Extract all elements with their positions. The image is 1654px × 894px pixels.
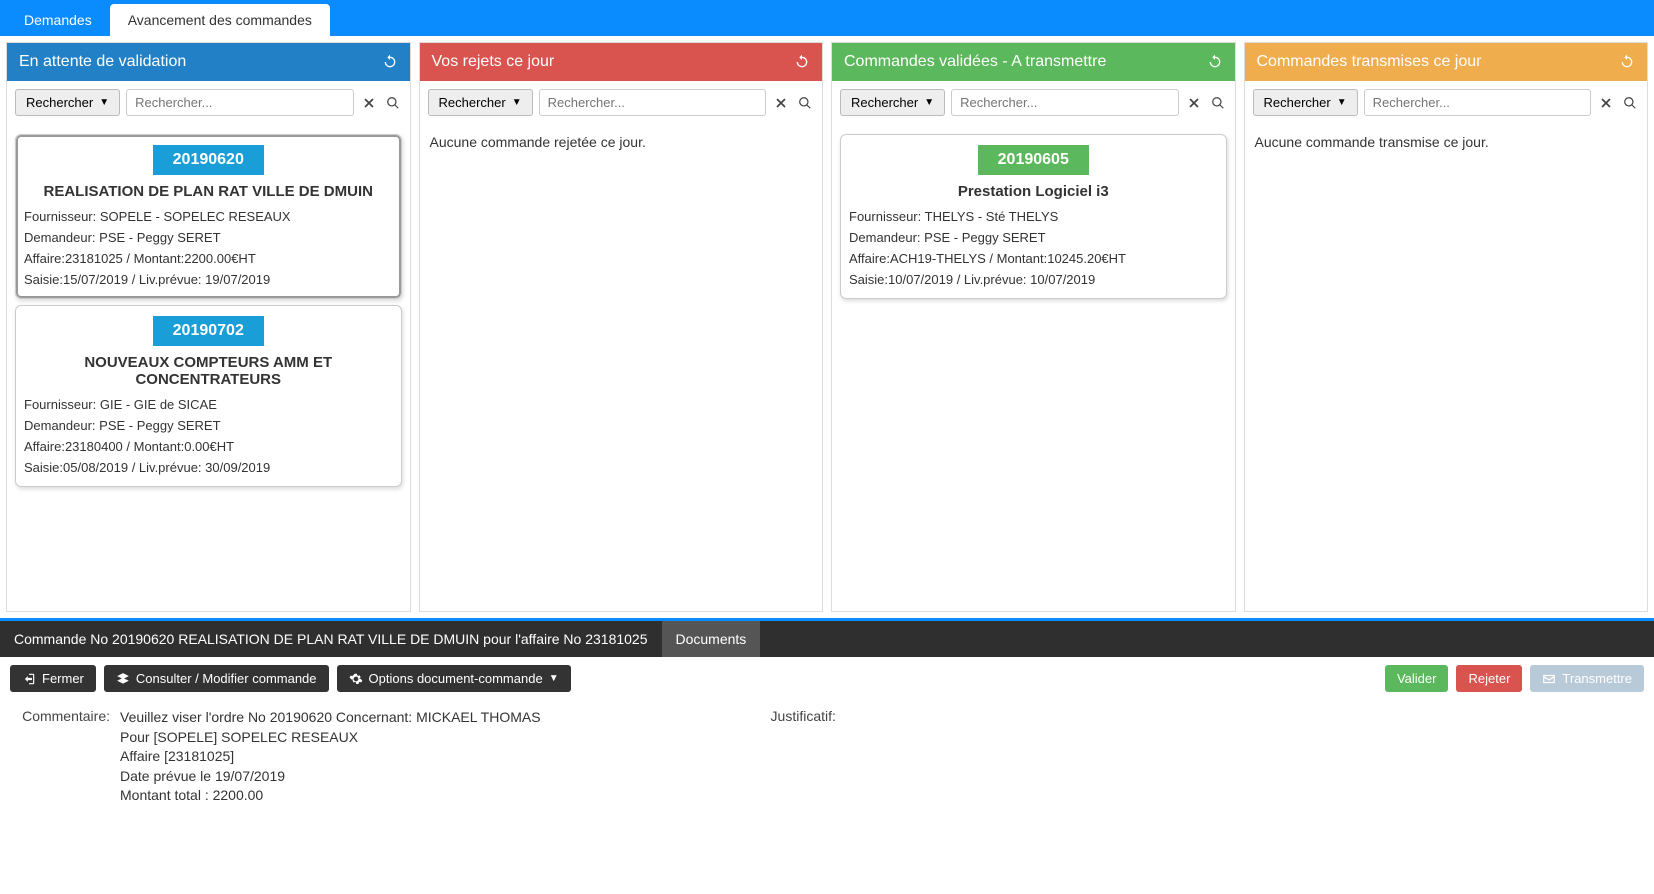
column-title: Commandes validées - A transmettre — [844, 53, 1106, 71]
clear-icon[interactable] — [772, 94, 790, 112]
order-number-badge: 20190620 — [153, 145, 264, 175]
mail-icon — [1542, 672, 1556, 686]
comment-section: Commentaire: Veuillez viser l'ordre No 2… — [20, 708, 541, 806]
order-requester: Demandeur: PSE - Peggy SERET — [849, 227, 1218, 248]
column-transmitted: Commandes transmises ce jour Rechercher▼… — [1244, 42, 1649, 612]
search-input[interactable] — [126, 89, 353, 116]
caret-down-icon: ▼ — [512, 97, 522, 108]
clear-icon[interactable] — [1597, 94, 1615, 112]
order-supplier: Fournisseur: SOPELE - SOPELEC RESEAUX — [24, 206, 393, 227]
comment-line: Affaire [23181025] — [120, 747, 541, 767]
column-tools: Rechercher▼ — [832, 81, 1235, 124]
search-dropdown-button[interactable]: Rechercher▼ — [15, 89, 120, 116]
order-affair: Affaire:23181025 / Montant:2200.00€HT — [24, 248, 393, 269]
search-dropdown-button[interactable]: Rechercher▼ — [840, 89, 945, 116]
dock-tab-main[interactable]: Commande No 20190620 REALISATION DE PLAN… — [0, 621, 662, 657]
column-body: Aucune commande rejetée ce jour. — [420, 124, 823, 611]
order-title: NOUVEAUX COMPTEURS AMM ET CONCENTRATEURS — [24, 354, 393, 388]
caret-down-icon: ▼ — [924, 97, 934, 108]
order-title: REALISATION DE PLAN RAT VILLE DE DMUIN — [24, 183, 393, 200]
order-dates: Saisie:05/08/2019 / Liv.prévue: 30/09/20… — [24, 457, 393, 478]
dock-tab-documents[interactable]: Documents — [662, 621, 761, 657]
search-icon[interactable] — [1621, 94, 1639, 112]
column-tools: Rechercher▼ — [420, 81, 823, 124]
dock-body: Commentaire: Veuillez viser l'ordre No 2… — [0, 700, 1654, 816]
order-requester: Demandeur: PSE - Peggy SERET — [24, 227, 393, 248]
options-button[interactable]: Options document-commande ▼ — [337, 665, 571, 692]
search-dropdown-button[interactable]: Rechercher▼ — [428, 89, 533, 116]
tab-progress[interactable]: Avancement des commandes — [110, 4, 330, 36]
kanban-board: En attente de validation Rechercher▼ 201… — [0, 36, 1654, 618]
order-dates: Saisie:10/07/2019 / Liv.prévue: 10/07/20… — [849, 269, 1218, 290]
column-pending: En attente de validation Rechercher▼ 201… — [6, 42, 411, 612]
column-tools: Rechercher▼ — [1245, 81, 1648, 124]
order-card[interactable]: 20190620 REALISATION DE PLAN RAT VILLE D… — [15, 134, 402, 299]
column-header: Vos rejets ce jour — [420, 43, 823, 81]
empty-message: Aucune commande rejetée ce jour. — [426, 128, 817, 156]
search-icon[interactable] — [384, 94, 402, 112]
comment-line: Date prévue le 19/07/2019 — [120, 767, 541, 787]
empty-message: Aucune commande transmise ce jour. — [1251, 128, 1642, 156]
column-body: 20190620 REALISATION DE PLAN RAT VILLE D… — [7, 124, 410, 611]
column-header: Commandes validées - A transmettre — [832, 43, 1235, 81]
order-dates: Saisie:15/07/2019 / Liv.prévue: 19/07/20… — [24, 269, 393, 290]
search-dropdown-button[interactable]: Rechercher▼ — [1253, 89, 1358, 116]
justification-section: Justificatif: — [771, 708, 836, 806]
search-icon[interactable] — [796, 94, 814, 112]
comment-line: Montant total : 2200.00 — [120, 786, 541, 806]
caret-down-icon: ▼ — [1337, 97, 1347, 108]
transmit-button: Transmettre — [1530, 665, 1644, 692]
close-button[interactable]: Fermer — [10, 665, 96, 692]
stack-icon — [116, 672, 130, 686]
order-affair: Affaire:23180400 / Montant:0.00€HT — [24, 436, 393, 457]
column-header: En attente de validation — [7, 43, 410, 81]
refresh-icon[interactable] — [794, 54, 810, 70]
order-card[interactable]: 20190605 Prestation Logiciel i3 Fourniss… — [840, 134, 1227, 299]
clear-icon[interactable] — [1185, 94, 1203, 112]
column-title: Commandes transmises ce jour — [1257, 53, 1482, 71]
caret-down-icon: ▼ — [99, 97, 109, 108]
order-number-badge: 20190702 — [153, 316, 264, 346]
column-header: Commandes transmises ce jour — [1245, 43, 1648, 81]
order-requester: Demandeur: PSE - Peggy SERET — [24, 415, 393, 436]
reject-button[interactable]: Rejeter — [1456, 665, 1522, 692]
top-tab-bar: Demandes Avancement des commandes — [0, 0, 1654, 36]
caret-down-icon: ▼ — [549, 673, 559, 684]
comment-line: Pour [SOPELE] SOPELEC RESEAUX — [120, 728, 541, 748]
justification-label: Justificatif: — [771, 708, 836, 806]
refresh-icon[interactable] — [1619, 54, 1635, 70]
column-body: Aucune commande transmise ce jour. — [1245, 124, 1648, 611]
order-card[interactable]: 20190702 NOUVEAUX COMPTEURS AMM ET CONCE… — [15, 305, 402, 487]
refresh-icon[interactable] — [382, 54, 398, 70]
column-body: 20190605 Prestation Logiciel i3 Fourniss… — [832, 124, 1235, 611]
refresh-icon[interactable] — [1207, 54, 1223, 70]
edit-order-button[interactable]: Consulter / Modifier commande — [104, 665, 329, 692]
dock-tabs: Commande No 20190620 REALISATION DE PLAN… — [0, 621, 1654, 657]
validate-button[interactable]: Valider — [1385, 665, 1449, 692]
order-supplier: Fournisseur: THELYS - Sté THELYS — [849, 206, 1218, 227]
gear-icon — [349, 672, 363, 686]
search-input[interactable] — [539, 89, 766, 116]
search-input[interactable] — [951, 89, 1178, 116]
column-tools: Rechercher▼ — [7, 81, 410, 124]
column-validated: Commandes validées - A transmettre Reche… — [831, 42, 1236, 612]
column-title: Vos rejets ce jour — [432, 53, 555, 71]
order-affair: Affaire:ACH19-THELYS / Montant:10245.20€… — [849, 248, 1218, 269]
order-number-badge: 20190605 — [978, 145, 1089, 175]
column-title: En attente de validation — [19, 53, 186, 71]
comment-text: Veuillez viser l'ordre No 20190620 Conce… — [120, 708, 541, 806]
dock-toolbar: Fermer Consulter / Modifier commande Opt… — [0, 657, 1654, 700]
order-title: Prestation Logiciel i3 — [849, 183, 1218, 200]
clear-icon[interactable] — [360, 94, 378, 112]
column-rejected: Vos rejets ce jour Rechercher▼ Aucune co… — [419, 42, 824, 612]
search-input[interactable] — [1364, 89, 1591, 116]
comment-label: Commentaire: — [20, 708, 110, 806]
detail-dock: Commande No 20190620 REALISATION DE PLAN… — [0, 618, 1654, 657]
search-icon[interactable] — [1209, 94, 1227, 112]
logout-icon — [22, 672, 36, 686]
tab-demands[interactable]: Demandes — [6, 4, 110, 36]
order-supplier: Fournisseur: GIE - GIE de SICAE — [24, 394, 393, 415]
comment-line: Veuillez viser l'ordre No 20190620 Conce… — [120, 708, 541, 728]
